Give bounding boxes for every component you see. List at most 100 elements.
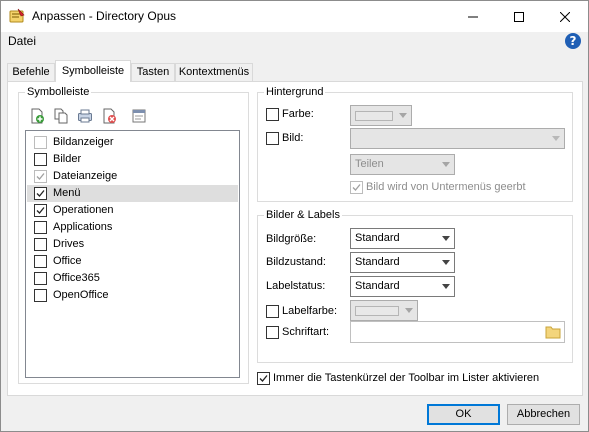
image-size-value: Standard [355,232,400,244]
dropdown-arrow-icon [442,260,450,265]
image-size-select[interactable]: Standard [350,228,455,249]
color-checkbox[interactable] [266,108,279,121]
list-item-label: Dateianzeige [53,170,118,182]
list-item-label: OpenOffice [53,289,109,301]
tab-toolbar[interactable]: Symbolleiste [55,60,131,82]
background-group-label: Hintergrund [264,86,326,98]
tab-commands[interactable]: Befehle [7,63,55,81]
list-item[interactable]: Menü [27,185,238,202]
list-item[interactable]: Applications [27,219,238,236]
close-icon [560,11,570,22]
ok-button[interactable]: OK [427,404,500,425]
checkbox[interactable] [34,272,47,285]
minimize-button[interactable] [450,1,496,32]
font-label: Schriftart: [282,326,330,338]
list-item-label: Menü [53,187,81,199]
toolbar-list[interactable]: Bildanzeiger Bilder Dateianzeige Menü Op… [25,130,240,378]
customize-window: Anpassen - Directory Opus Datei ? Befehl… [0,0,589,432]
checkbox[interactable] [34,204,47,217]
checkmark-icon [36,190,45,197]
checkbox[interactable] [34,136,47,149]
checkmark-icon [36,207,45,214]
list-item-label: Applications [53,221,113,233]
help-icon[interactable]: ? [565,33,581,49]
list-item-label: Operationen [53,204,114,216]
list-item[interactable]: Dateianzeige [27,168,238,185]
list-item-label: Bildanzeiger [53,136,114,148]
dropdown-arrow-icon [442,162,450,167]
color-swatch [355,111,393,121]
dropdown-arrow-icon [442,236,450,241]
list-item[interactable]: Bildanzeiger [27,134,238,151]
list-item-label: Drives [53,238,85,250]
image-size-label: Bildgröße: [266,233,317,245]
inherit-label: Bild wird von Untermenüs geerbt [366,181,526,193]
list-item-label: Office365 [53,272,100,284]
color-label: Farbe: [282,108,314,120]
list-item[interactable]: Office [27,253,238,270]
delete-toolbar-icon[interactable] [101,108,117,124]
image-label: Bild: [282,132,304,144]
tile-select[interactable]: Teilen [350,154,455,175]
checkmark-icon [352,184,361,191]
menu-bar: Datei ? [1,32,588,52]
checkbox[interactable] [34,187,47,200]
cancel-button[interactable]: Abbrechen [507,404,580,425]
label-status-select[interactable]: Standard [350,276,455,297]
minimize-icon [468,16,478,17]
list-item[interactable]: Drives [27,236,238,253]
checkbox[interactable] [34,221,47,234]
image-select[interactable] [350,128,565,149]
list-item[interactable]: Office365 [27,270,238,287]
new-toolbar-icon[interactable] [29,108,45,124]
label-color-picker[interactable] [350,300,418,321]
window-title: Anpassen - Directory Opus [32,9,177,23]
checkmark-icon [36,173,45,180]
color-swatch [355,306,399,316]
image-state-select[interactable]: Standard [350,252,455,273]
list-item[interactable]: Operationen [27,202,238,219]
inherit-checkbox[interactable] [350,181,363,194]
list-item[interactable]: Bilder [27,151,238,168]
menu-file[interactable]: Datei [8,34,36,48]
font-field[interactable] [350,321,565,343]
color-picker[interactable] [350,105,412,126]
tile-value: Teilen [355,158,384,170]
font-checkbox[interactable] [266,326,279,339]
save-toolbar-icon[interactable] [77,108,93,124]
label-color-checkbox[interactable] [266,305,279,318]
list-item-label: Bilder [53,153,82,165]
checkmark-icon [259,375,268,382]
tab-keys[interactable]: Tasten [131,63,175,81]
dropdown-arrow-icon [405,308,413,313]
label-status-label: Labelstatus: [266,280,326,292]
close-button[interactable] [542,1,588,32]
label-status-value: Standard [355,280,400,292]
checkbox[interactable] [34,153,47,166]
dropdown-arrow-icon [442,284,450,289]
image-checkbox[interactable] [266,132,279,145]
app-icon [9,8,25,24]
list-item-label: Office [53,255,82,267]
title-bar: Anpassen - Directory Opus [1,1,588,32]
folder-icon[interactable] [545,325,561,339]
toolbar-group-label: Symbolleiste [25,86,92,98]
checkbox[interactable] [34,289,47,302]
image-state-value: Standard [355,256,400,268]
label-color-label: Labelfarbe: [282,305,338,317]
checkbox[interactable] [34,170,47,183]
dropdown-arrow-icon [399,113,407,118]
list-item[interactable]: OpenOffice [27,287,238,304]
dropdown-arrow-icon [552,136,560,141]
shortcut-checkbox[interactable] [257,372,270,385]
image-state-label: Bildzustand: [266,256,326,268]
checkbox[interactable] [34,238,47,251]
shortcut-label: Immer die Tastenkürzel der Toolbar im Li… [273,372,540,384]
checkbox[interactable] [34,255,47,268]
maximize-icon [514,11,524,22]
maximize-button[interactable] [496,1,542,32]
tab-context-menus[interactable]: Kontextmenüs [175,63,253,81]
copy-toolbar-icon[interactable] [53,108,69,124]
images-labels-group-label: Bilder & Labels [264,209,342,221]
properties-toolbar-icon[interactable] [131,108,147,124]
